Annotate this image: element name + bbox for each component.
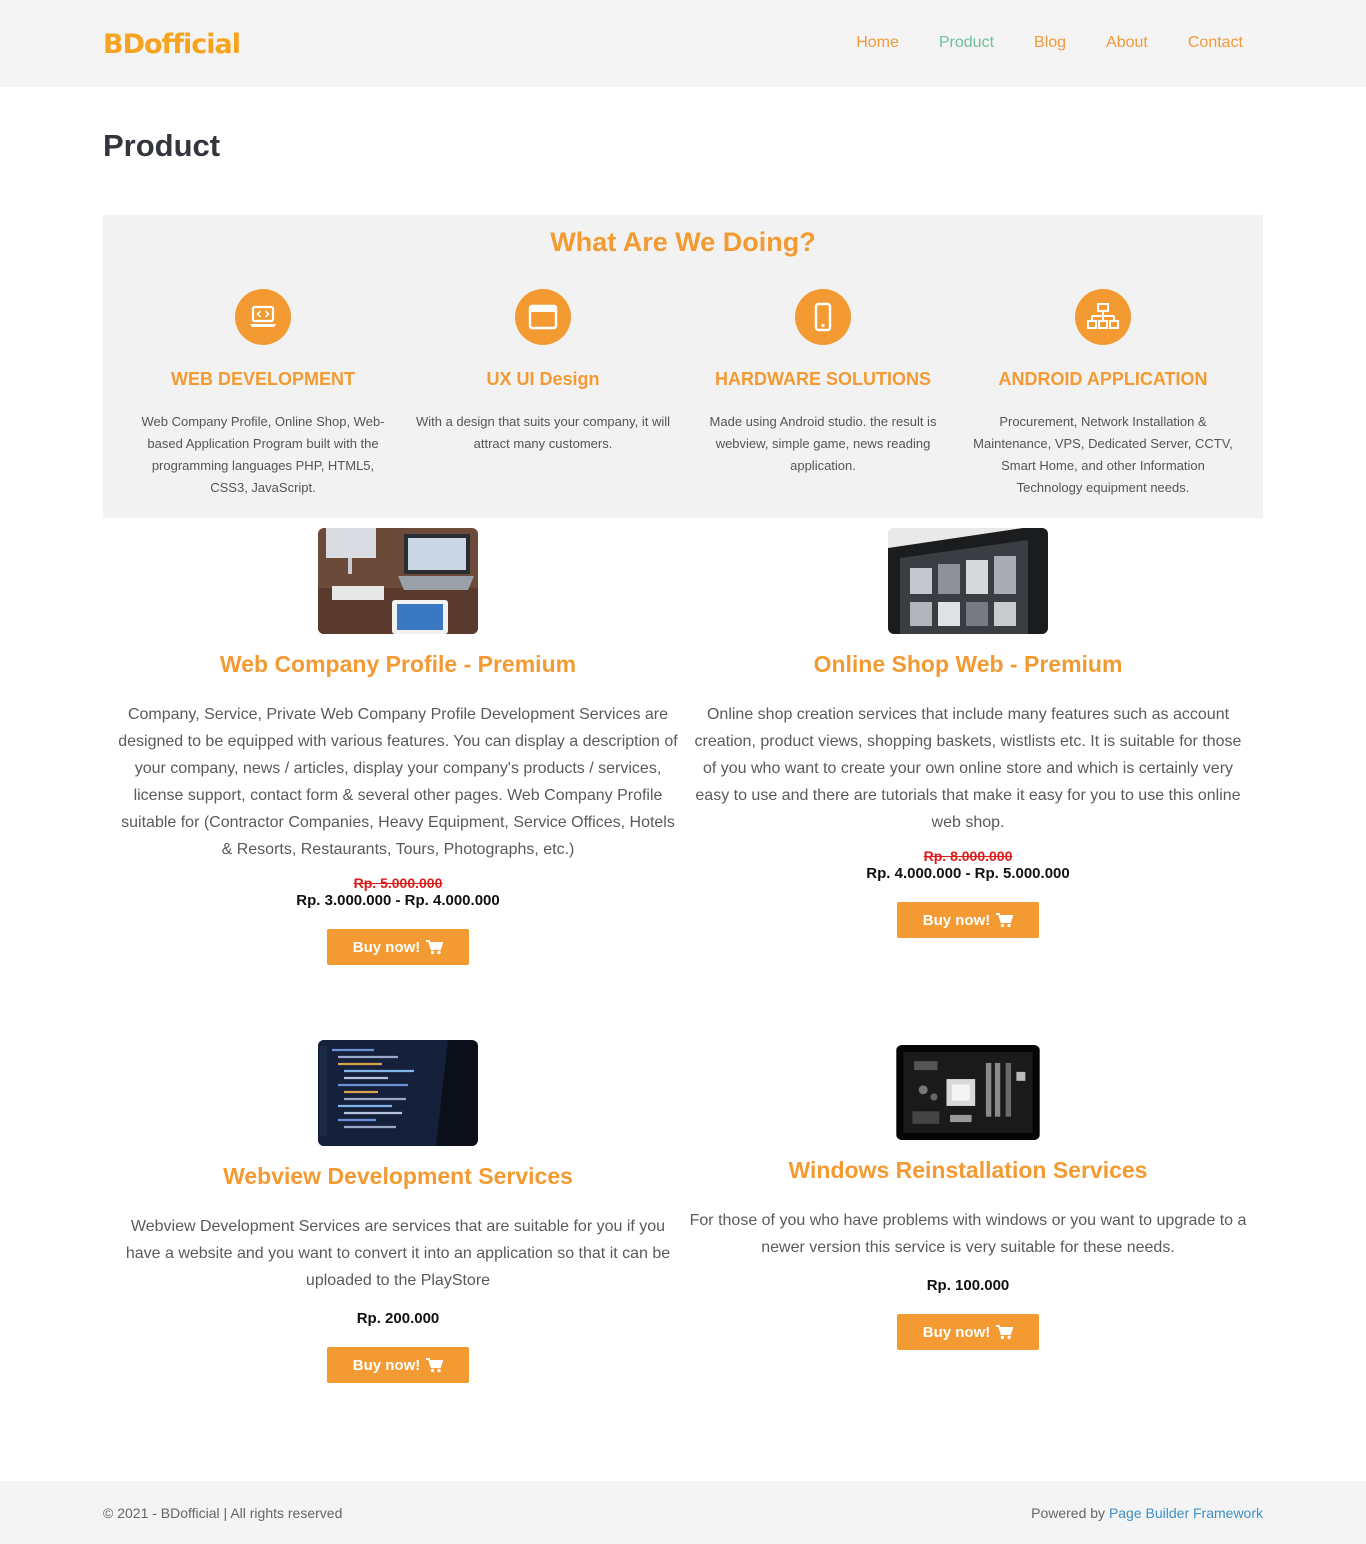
service-hardware-solutions: HARDWARE SOLUTIONS Made using Android st… bbox=[683, 289, 963, 477]
services-heading: What Are We Doing? bbox=[550, 227, 816, 257]
buy-now-button[interactable]: Buy now! bbox=[897, 902, 1039, 938]
buy-now-label: Buy now! bbox=[922, 1323, 991, 1341]
nav-home[interactable]: Home bbox=[856, 33, 899, 53]
powered-by: Powered by Page Builder Framework bbox=[1031, 1504, 1263, 1522]
site-logo[interactable]: BDofficial bbox=[103, 28, 241, 62]
product-image-motherboard bbox=[896, 1045, 1040, 1140]
shopping-cart-icon bbox=[426, 939, 444, 954]
powered-by-prefix: Powered by bbox=[1031, 1505, 1109, 1521]
product-description: Webview Development Services are service… bbox=[125, 1218, 671, 1289]
mobile-phone-icon bbox=[795, 289, 851, 345]
site-header: BDofficial Home Product Blog About Conta… bbox=[0, 0, 1366, 87]
service-ux-ui-design: UX UI Design With a design that suits yo… bbox=[403, 289, 683, 455]
service-text: With a design that suits your company, i… bbox=[415, 414, 671, 451]
price: Rp. 200.000 bbox=[356, 1310, 440, 1327]
service-text: Web Company Profile, Online Shop, Web-ba… bbox=[141, 414, 385, 495]
page-title: Product bbox=[103, 128, 221, 163]
product-description: For those of you who have problems with … bbox=[689, 1212, 1247, 1256]
nav-blog[interactable]: Blog bbox=[1034, 33, 1066, 53]
product-title: Windows Reinstallation Services bbox=[788, 1157, 1148, 1183]
laptop-code-icon bbox=[235, 289, 291, 345]
buy-now-button[interactable]: Buy now! bbox=[327, 1347, 469, 1383]
buy-now-label: Buy now! bbox=[352, 1356, 421, 1374]
buy-now-button[interactable]: Buy now! bbox=[327, 929, 469, 965]
old-price: Rp. 8.000.000 bbox=[923, 848, 1013, 864]
service-web-development: WEB DEVELOPMENT Web Company Profile, Onl… bbox=[123, 289, 403, 499]
shopping-cart-icon bbox=[426, 1357, 444, 1372]
old-price: Rp. 5.000.000 bbox=[353, 875, 443, 891]
page-builder-framework-link[interactable]: Page Builder Framework bbox=[1109, 1505, 1263, 1521]
service-title: UX UI Design bbox=[486, 369, 600, 389]
product-description: Online shop creation services that inclu… bbox=[694, 706, 1242, 831]
service-android-application: ANDROID APPLICATION Procurement, Network… bbox=[963, 289, 1243, 499]
buy-now-button[interactable]: Buy now! bbox=[897, 1314, 1039, 1350]
shopping-cart-icon bbox=[996, 912, 1014, 927]
shopping-cart-icon bbox=[996, 1324, 1014, 1339]
buy-now-label: Buy now! bbox=[352, 938, 421, 956]
service-text: Procurement, Network Installation & Main… bbox=[973, 414, 1233, 495]
nav-about[interactable]: About bbox=[1106, 33, 1148, 53]
copyright-text: © 2021 - BDofficial | All rights reserve… bbox=[103, 1505, 343, 1521]
product-description: Company, Service, Private Web Company Pr… bbox=[118, 706, 678, 858]
site-footer: © 2021 - BDofficial | All rights reserve… bbox=[0, 1481, 1366, 1544]
services-section: What Are We Doing? WEB DEVELOPMENT Web C… bbox=[103, 215, 1263, 518]
nav-contact[interactable]: Contact bbox=[1188, 33, 1243, 53]
network-icon bbox=[1075, 289, 1131, 345]
product-image-code-screen bbox=[318, 1040, 478, 1146]
nav-product[interactable]: Product bbox=[939, 33, 994, 53]
service-title: HARDWARE SOLUTIONS bbox=[715, 369, 931, 389]
service-title: ANDROID APPLICATION bbox=[998, 369, 1208, 389]
product-title: Web Company Profile - Premium bbox=[219, 651, 577, 677]
product-image-online-shop bbox=[888, 528, 1048, 634]
price: Rp. 3.000.000 - Rp. 4.000.000 bbox=[296, 892, 500, 909]
service-title: WEB DEVELOPMENT bbox=[170, 369, 355, 389]
product-title: Online Shop Web - Premium bbox=[813, 651, 1123, 677]
product-card: Online Shop Web - Premium Online shop cr… bbox=[688, 528, 1248, 938]
buy-now-label: Buy now! bbox=[922, 911, 991, 929]
product-card: Windows Reinstallation Services For thos… bbox=[688, 1040, 1248, 1350]
price: Rp. 4.000.000 - Rp. 5.000.000 bbox=[866, 865, 1070, 882]
main-nav: Home Product Blog About Contact bbox=[816, 33, 1243, 53]
browser-window-icon bbox=[515, 289, 571, 345]
service-text: Made using Android studio. the result is… bbox=[709, 414, 937, 473]
product-card: Webview Development Services Webview Dev… bbox=[118, 1040, 678, 1383]
price: Rp. 100.000 bbox=[926, 1277, 1010, 1294]
product-image-workspace bbox=[318, 528, 478, 634]
product-card: Web Company Profile - Premium Company, S… bbox=[118, 528, 678, 965]
product-title: Webview Development Services bbox=[223, 1163, 573, 1189]
